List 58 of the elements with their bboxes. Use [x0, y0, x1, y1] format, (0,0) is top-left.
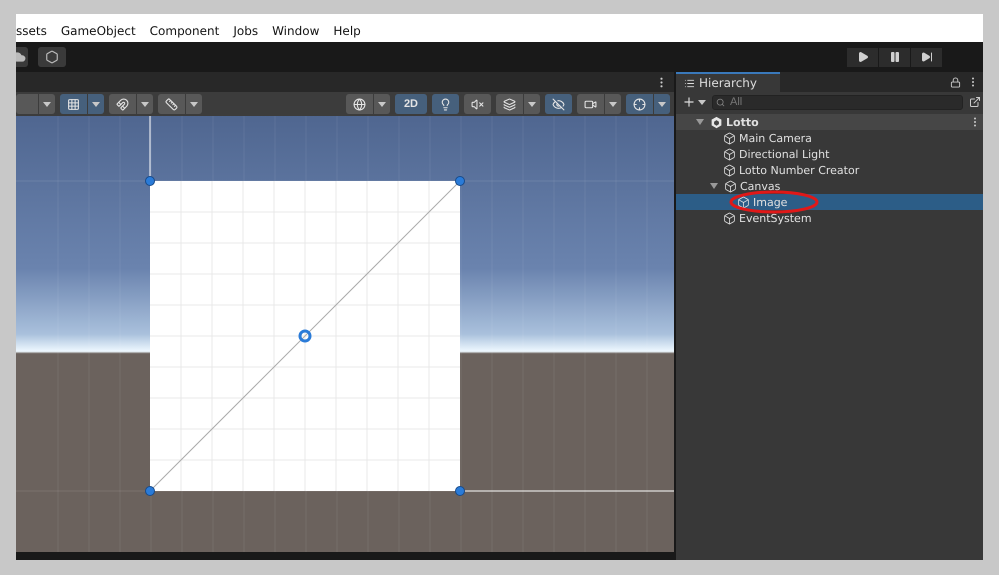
- cube-icon: [723, 132, 736, 144]
- tool-dropdown-button[interactable]: [346, 94, 390, 114]
- tool-dropdown-button[interactable]: [16, 94, 55, 114]
- hierarchy-item[interactable]: Main Camera: [676, 130, 983, 146]
- cube-icon: [737, 196, 750, 208]
- menu-item[interactable]: GameObject: [54, 24, 143, 38]
- tool-dropdown-button[interactable]: [577, 94, 621, 114]
- hierarchy-item[interactable]: Directional Light: [676, 146, 983, 162]
- tool-dropdown-button[interactable]: [109, 94, 153, 114]
- tool-dropdown-button[interactable]: [626, 94, 670, 114]
- step-icon: [920, 51, 932, 63]
- crosshair-icon: [633, 98, 646, 110]
- pause-icon: [888, 51, 900, 63]
- ruler-icon: [165, 98, 178, 110]
- menu-item[interactable]: Component: [142, 24, 226, 38]
- tool-toggle-button[interactable]: [545, 94, 572, 114]
- 2d-toggle-button[interactable]: 2D: [394, 94, 427, 114]
- menu-item[interactable]: Window: [265, 24, 326, 38]
- unity-logo-icon: [710, 116, 723, 128]
- search-icon: [716, 98, 725, 106]
- search-field[interactable]: All: [712, 94, 963, 110]
- cube-icon: [723, 164, 736, 176]
- magnet-icon: [116, 98, 129, 110]
- step-button[interactable]: [911, 48, 942, 66]
- cube-icon: [724, 180, 737, 192]
- add-button[interactable]: [682, 95, 706, 109]
- grid-icon: [67, 98, 80, 110]
- eye-off-icon: [552, 98, 565, 110]
- scene-view-drawing[interactable]: [16, 116, 674, 552]
- tool-dropdown-button[interactable]: [158, 94, 202, 114]
- cube-icon: [723, 212, 736, 224]
- menu-item[interactable]: Help: [326, 24, 368, 38]
- globe-icon: [352, 98, 366, 110]
- tool-toggle-button[interactable]: [432, 94, 459, 114]
- cube-icon: [723, 148, 736, 160]
- lock-icon[interactable]: [950, 76, 961, 88]
- package-icon[interactable]: [38, 47, 66, 67]
- layers-icon: [503, 98, 516, 110]
- plus-icon: [682, 95, 696, 109]
- play-button[interactable]: [847, 48, 878, 66]
- speaker-mute-icon: [471, 98, 484, 110]
- video-camera-icon: [584, 98, 597, 110]
- cloud-icon[interactable]: [16, 47, 28, 67]
- menu-item[interactable]: ssets: [16, 24, 54, 38]
- play-icon: [856, 51, 868, 63]
- pause-button[interactable]: [879, 48, 910, 66]
- list-icon: [684, 78, 695, 88]
- scene-row[interactable]: Lotto: [676, 114, 983, 130]
- lightbulb-icon: [439, 98, 452, 110]
- tool-dropdown-button[interactable]: [496, 94, 540, 114]
- hierarchy-item[interactable]: EventSystem: [676, 210, 983, 226]
- hierarchy-item[interactable]: Image: [676, 194, 983, 210]
- hierarchy-tab[interactable]: Hierarchy: [676, 72, 780, 92]
- menu-item[interactable]: Jobs: [226, 24, 266, 38]
- popout-icon[interactable]: [969, 96, 981, 108]
- tool-dropdown-button[interactable]: [60, 94, 104, 114]
- tool-toggle-button[interactable]: [464, 94, 491, 114]
- hierarchy-item[interactable]: Lotto Number Creator: [676, 162, 983, 178]
